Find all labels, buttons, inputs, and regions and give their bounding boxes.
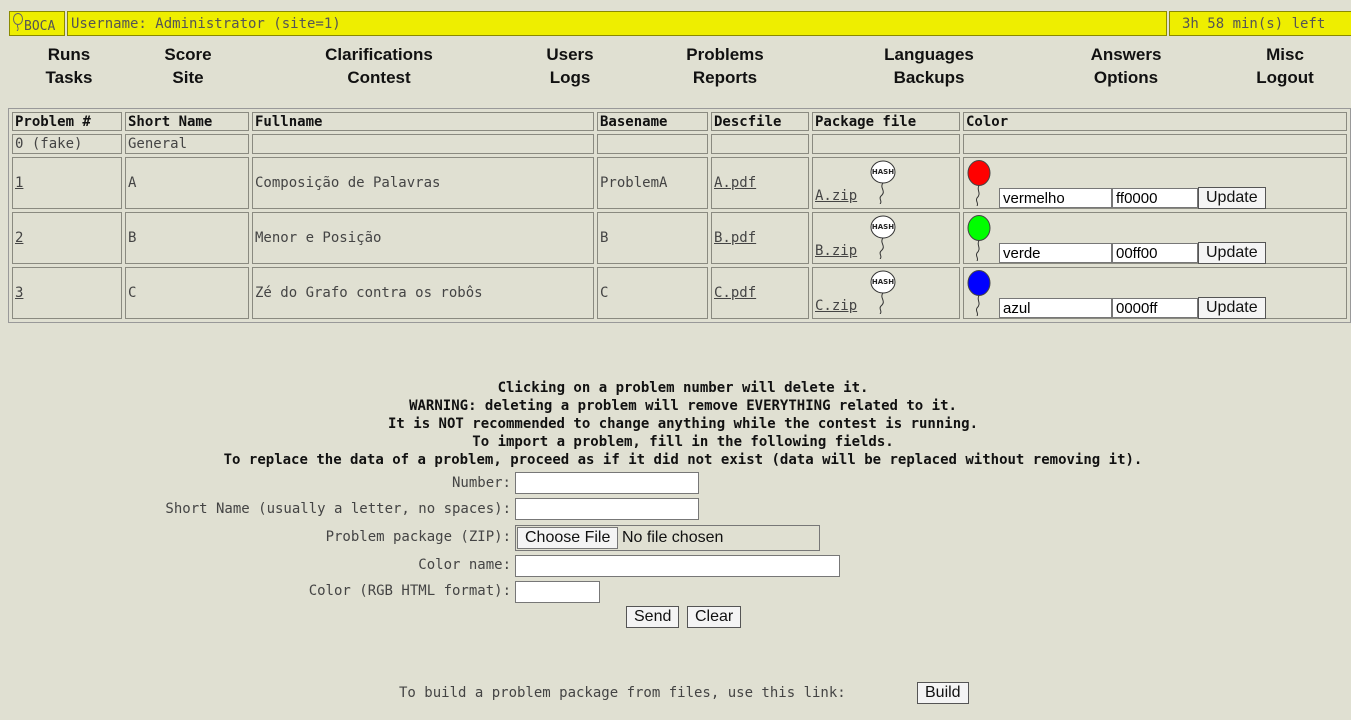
balloon-fill: [967, 160, 991, 186]
short-name-field[interactable]: [515, 498, 699, 520]
hash-balloon-icon[interactable]: HASH: [869, 215, 897, 259]
menu-problems[interactable]: Problems: [686, 45, 763, 65]
file-status-text: No file chosen: [622, 529, 724, 546]
package-link[interactable]: B.zip: [815, 243, 857, 259]
delete-info-message: Clicking on a problem number will delete…: [497, 380, 869, 396]
green-balloon-icon: [967, 215, 991, 261]
menu-options[interactable]: Options: [1094, 68, 1158, 88]
username-text: Username: Administrator (site=1): [71, 16, 341, 32]
menu-runs[interactable]: Runs: [48, 45, 91, 65]
menu-misc[interactable]: Misc: [1266, 45, 1304, 65]
clear-button[interactable]: Clear: [687, 606, 742, 628]
fullname: Composição de Palavras: [252, 157, 594, 209]
package-link[interactable]: C.zip: [815, 298, 857, 314]
table-row-fake: 0 (fake) General: [12, 134, 1347, 154]
send-button[interactable]: Send: [626, 606, 680, 628]
problems-table: Problem # Short Name Fullname Basename D…: [8, 108, 1351, 323]
color-rgb-label: Color (RGB HTML format):: [308, 583, 511, 599]
menu-tasks[interactable]: Tasks: [46, 68, 93, 88]
color-hex-input[interactable]: [1112, 188, 1198, 208]
menu-reports[interactable]: Reports: [693, 68, 757, 88]
boca-logo: BOCA: [9, 11, 65, 36]
update-button[interactable]: Update: [1198, 242, 1266, 264]
menu-languages[interactable]: Languages: [884, 45, 974, 65]
number-field[interactable]: [515, 472, 699, 494]
color-hex-input[interactable]: [1112, 298, 1198, 318]
problem-number: 0 (fake): [12, 134, 122, 154]
menu-site[interactable]: Site: [172, 68, 203, 88]
username-bar: Username: Administrator (site=1): [67, 11, 1167, 36]
hash-label: HASH: [872, 168, 894, 176]
descfile-link[interactable]: C.pdf: [714, 285, 756, 301]
hash-balloon-icon[interactable]: HASH: [869, 270, 897, 314]
number-label: Number:: [451, 475, 511, 491]
menu-clarifications[interactable]: Clarifications: [325, 45, 433, 65]
short-name: C: [125, 267, 249, 319]
menu-score[interactable]: Score: [164, 45, 211, 65]
header-basename: Basename: [597, 112, 708, 131]
time-left-text: 3h 58 min(s) left: [1182, 16, 1326, 32]
table-row: 3 C Zé do Grafo contra os robôs C C.pdf …: [12, 267, 1347, 319]
color-hex-input[interactable]: [1112, 243, 1198, 263]
header-problem-number: Problem #: [12, 112, 122, 131]
short-name: A: [125, 157, 249, 209]
menu-answers[interactable]: Answers: [1091, 45, 1162, 65]
replace-info-message: To replace the data of a problem, procee…: [223, 452, 1143, 468]
color-name-label: Color name:: [418, 557, 511, 573]
top-bar: BOCA Username: Administrator (site=1) 3h…: [9, 11, 1351, 38]
header-fullname: Fullname: [252, 112, 594, 131]
problem-number-link[interactable]: 3: [15, 285, 23, 301]
balloon-fill: [967, 215, 991, 241]
balloon-fill: [967, 270, 991, 296]
hash-label: HASH: [872, 223, 894, 231]
menu-contest[interactable]: Contest: [347, 68, 410, 88]
color-name-input[interactable]: [999, 188, 1112, 208]
color-rgb-field[interactable]: [515, 581, 600, 603]
descfile-link[interactable]: A.pdf: [714, 175, 756, 191]
table-header-row: Problem # Short Name Fullname Basename D…: [12, 112, 1347, 131]
short-name: B: [125, 212, 249, 264]
menu-users[interactable]: Users: [546, 45, 593, 65]
fullname: Menor e Posição: [252, 212, 594, 264]
table-row: 1 A Composição de Palavras ProblemA A.pd…: [12, 157, 1347, 209]
build-package-text: To build a problem package from files, u…: [399, 685, 846, 701]
build-button[interactable]: Build: [917, 682, 969, 704]
menu-logs[interactable]: Logs: [550, 68, 591, 88]
update-button[interactable]: Update: [1198, 187, 1266, 209]
short-name-label: Short Name (usually a letter, no spaces)…: [165, 501, 511, 517]
descfile-link[interactable]: B.pdf: [714, 230, 756, 246]
short-name: General: [125, 134, 249, 154]
color-name-field[interactable]: [515, 555, 840, 577]
not-recommended-message: It is NOT recommended to change anything…: [387, 416, 978, 432]
package-link[interactable]: A.zip: [815, 188, 857, 204]
color-name-input[interactable]: [999, 243, 1112, 263]
fullname: Zé do Grafo contra os robôs: [252, 267, 594, 319]
problem-package-label: Problem package (ZIP):: [325, 529, 511, 545]
blue-balloon-icon: [967, 270, 991, 316]
problem-number-link[interactable]: 2: [15, 230, 23, 246]
red-balloon-icon: [967, 160, 991, 206]
hash-balloon-icon[interactable]: HASH: [869, 160, 897, 204]
basename: ProblemA: [597, 157, 708, 209]
problem-number-link[interactable]: 1: [15, 175, 23, 191]
hash-label: HASH: [872, 278, 894, 286]
balloon-logo-icon: [13, 13, 23, 31]
basename: C: [597, 267, 708, 319]
header-package-file: Package file: [812, 112, 960, 131]
header-descfile: Descfile: [711, 112, 809, 131]
choose-file-button[interactable]: Choose File: [517, 527, 619, 549]
update-button[interactable]: Update: [1198, 297, 1266, 319]
header-color: Color: [963, 112, 1347, 131]
table-row: 2 B Menor e Posição B B.pdf B.zip HASH U…: [12, 212, 1347, 264]
menu-backups[interactable]: Backups: [894, 68, 965, 88]
color-name-input[interactable]: [999, 298, 1112, 318]
menu-logout[interactable]: Logout: [1256, 68, 1314, 88]
time-left-bar: 3h 58 min(s) left: [1169, 11, 1351, 36]
header-short-name: Short Name: [125, 112, 249, 131]
warning-message: WARNING: deleting a problem will remove …: [409, 398, 957, 414]
basename: B: [597, 212, 708, 264]
import-info-message: To import a problem, fill in the followi…: [472, 434, 894, 450]
logo-text: BOCA: [24, 19, 56, 34]
problem-package-file-input[interactable]: Choose File No file chosen: [515, 525, 820, 551]
